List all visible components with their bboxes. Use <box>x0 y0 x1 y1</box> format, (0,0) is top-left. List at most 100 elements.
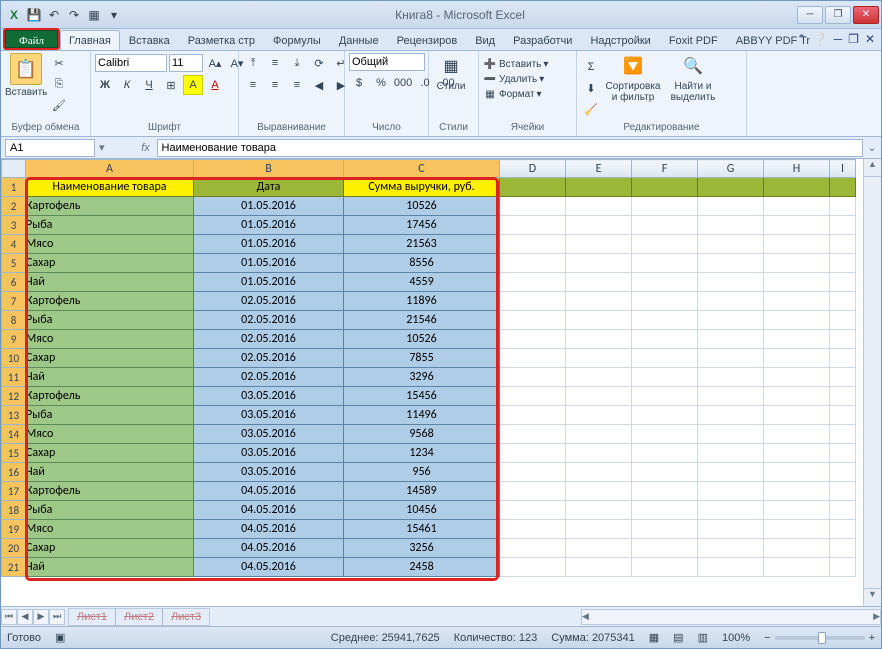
row-header-12[interactable]: 12 <box>2 387 26 406</box>
cell-A3[interactable]: Рыба <box>26 216 194 235</box>
cell-C2[interactable]: 10526 <box>344 197 500 216</box>
cell-B16[interactable]: 03.05.2016 <box>194 463 344 482</box>
cut-icon[interactable]: ✂ <box>49 53 69 73</box>
cell-D9[interactable] <box>500 330 566 349</box>
zoom-level[interactable]: 100% <box>722 632 750 644</box>
cell-H8[interactable] <box>764 311 830 330</box>
insert-cells-button[interactable]: ➕Вставить ▾ <box>483 57 548 71</box>
cell-E1[interactable] <box>566 178 632 197</box>
cell-A7[interactable]: Картофель <box>26 292 194 311</box>
cell-E8[interactable] <box>566 311 632 330</box>
doc-restore-icon[interactable]: ❐ <box>848 32 859 46</box>
cell-F11[interactable] <box>632 368 698 387</box>
clear-icon[interactable]: 🧹 <box>581 99 601 119</box>
row-header-14[interactable]: 14 <box>2 425 26 444</box>
cell-F2[interactable] <box>632 197 698 216</box>
cell-H20[interactable] <box>764 539 830 558</box>
align-right-icon[interactable]: ≡ <box>287 75 307 95</box>
help-icon[interactable]: ❔ <box>813 32 828 46</box>
cell-C1[interactable]: Сумма выручки, руб. <box>344 178 500 197</box>
next-sheet-icon[interactable]: ▶ <box>33 609 49 625</box>
cell-A5[interactable]: Сахар <box>26 254 194 273</box>
maximize-button[interactable]: ❐ <box>825 6 851 24</box>
cell-I19[interactable] <box>830 520 856 539</box>
row-header-7[interactable]: 7 <box>2 292 26 311</box>
cell-C11[interactable]: 3296 <box>344 368 500 387</box>
cell-G14[interactable] <box>698 425 764 444</box>
row-header-20[interactable]: 20 <box>2 539 26 558</box>
cell-I14[interactable] <box>830 425 856 444</box>
formula-bar[interactable]: Наименование товара <box>157 139 863 157</box>
cell-F12[interactable] <box>632 387 698 406</box>
delete-cells-button[interactable]: ➖Удалить ▾ <box>483 72 544 86</box>
cell-F13[interactable] <box>632 406 698 425</box>
cell-B9[interactable]: 02.05.2016 <box>194 330 344 349</box>
scroll-down-icon[interactable]: ▼ <box>864 588 881 606</box>
cell-G12[interactable] <box>698 387 764 406</box>
view-normal-icon[interactable]: ▦ <box>649 631 659 644</box>
cell-B7[interactable]: 02.05.2016 <box>194 292 344 311</box>
col-header-C[interactable]: C <box>344 160 500 178</box>
cell-C14[interactable]: 9568 <box>344 425 500 444</box>
cell-C12[interactable]: 15456 <box>344 387 500 406</box>
cell-E20[interactable] <box>566 539 632 558</box>
row-header-8[interactable]: 8 <box>2 311 26 330</box>
tab-foxit[interactable]: Foxit PDF <box>660 30 727 50</box>
styles-button[interactable]: ▦ Стили <box>433 53 469 92</box>
cell-D7[interactable] <box>500 292 566 311</box>
cell-F9[interactable] <box>632 330 698 349</box>
cell-G11[interactable] <box>698 368 764 387</box>
row-header-15[interactable]: 15 <box>2 444 26 463</box>
prev-sheet-icon[interactable]: ◀ <box>17 609 33 625</box>
cell-E14[interactable] <box>566 425 632 444</box>
cell-I12[interactable] <box>830 387 856 406</box>
align-top-icon[interactable]: ⤒ <box>243 53 263 73</box>
zoom-in-icon[interactable]: + <box>869 632 875 644</box>
spreadsheet-grid[interactable]: ABCDEFGHI1Наименование товараДатаСумма в… <box>1 159 856 577</box>
cell-C21[interactable]: 2458 <box>344 558 500 577</box>
cell-G7[interactable] <box>698 292 764 311</box>
cell-F6[interactable] <box>632 273 698 292</box>
fill-color-icon[interactable]: A <box>183 75 203 95</box>
tab-data[interactable]: Данные <box>330 30 388 50</box>
cell-G15[interactable] <box>698 444 764 463</box>
cell-C18[interactable]: 10456 <box>344 501 500 520</box>
grow-font-icon[interactable]: A▴ <box>205 53 225 73</box>
font-color-icon[interactable]: A <box>205 75 225 95</box>
cell-B15[interactable]: 03.05.2016 <box>194 444 344 463</box>
cell-E3[interactable] <box>566 216 632 235</box>
cell-H16[interactable] <box>764 463 830 482</box>
tab-developer[interactable]: Разработчи <box>504 30 581 50</box>
cell-E17[interactable] <box>566 482 632 501</box>
sheet-tab-1[interactable]: Лист1 <box>68 608 116 626</box>
sort-filter-button[interactable]: 🔽 Сортировка и фильтр <box>603 53 663 103</box>
cell-H3[interactable] <box>764 216 830 235</box>
qat-more-icon[interactable]: ▦ <box>85 6 103 24</box>
cell-E19[interactable] <box>566 520 632 539</box>
cell-F8[interactable] <box>632 311 698 330</box>
cell-F17[interactable] <box>632 482 698 501</box>
row-header-9[interactable]: 9 <box>2 330 26 349</box>
cell-I1[interactable] <box>830 178 856 197</box>
cell-G13[interactable] <box>698 406 764 425</box>
align-bottom-icon[interactable]: ⤓ <box>287 53 307 73</box>
cell-G3[interactable] <box>698 216 764 235</box>
cell-B12[interactable]: 03.05.2016 <box>194 387 344 406</box>
cell-C19[interactable]: 15461 <box>344 520 500 539</box>
cell-D10[interactable] <box>500 349 566 368</box>
cell-G1[interactable] <box>698 178 764 197</box>
tab-addins[interactable]: Надстройки <box>581 30 659 50</box>
cell-F21[interactable] <box>632 558 698 577</box>
autosum-icon[interactable]: Σ <box>581 57 601 77</box>
redo-icon[interactable]: ↷ <box>65 6 83 24</box>
sheet-tab-2[interactable]: Лист2 <box>115 608 163 626</box>
cell-I2[interactable] <box>830 197 856 216</box>
cell-F3[interactable] <box>632 216 698 235</box>
cell-C6[interactable]: 4559 <box>344 273 500 292</box>
cell-H15[interactable] <box>764 444 830 463</box>
cell-B5[interactable]: 01.05.2016 <box>194 254 344 273</box>
col-header-D[interactable]: D <box>500 160 566 178</box>
cell-C3[interactable]: 17456 <box>344 216 500 235</box>
cell-D13[interactable] <box>500 406 566 425</box>
cell-C15[interactable]: 1234 <box>344 444 500 463</box>
